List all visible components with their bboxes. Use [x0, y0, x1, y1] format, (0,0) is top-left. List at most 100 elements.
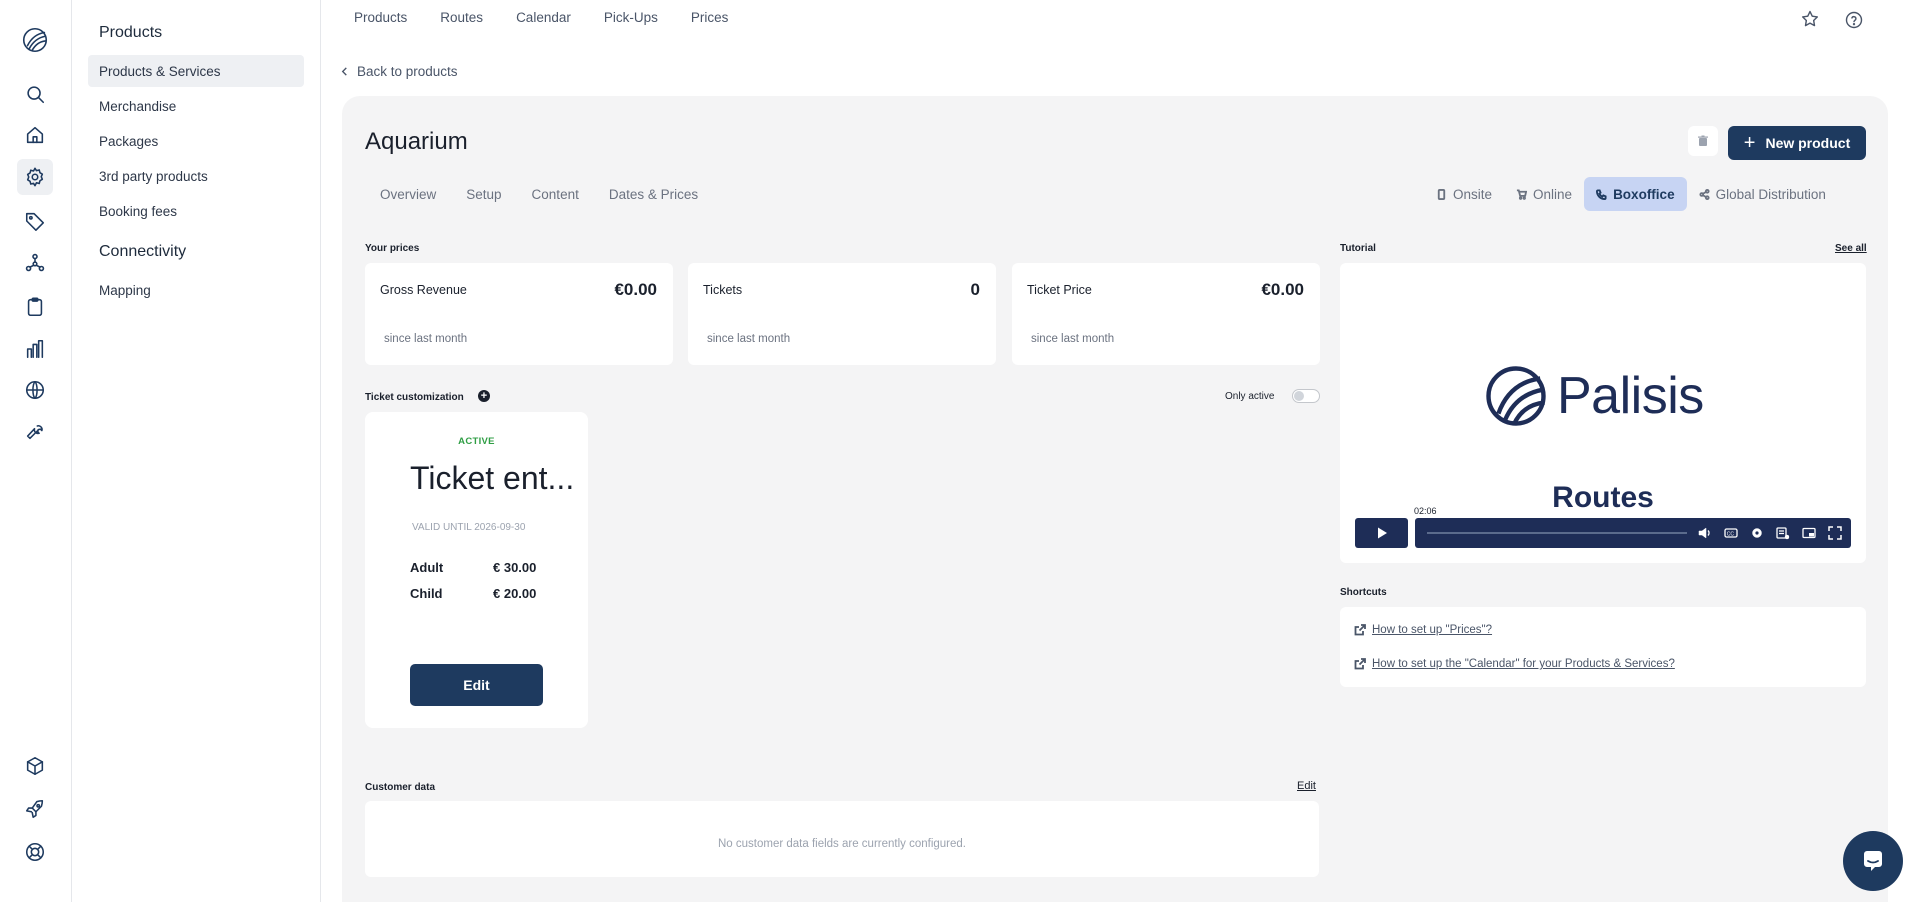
- shortcut-link-label: How to set up the "Calendar" for your Pr…: [1372, 658, 1675, 670]
- subnav-item-booking-fees[interactable]: Booking fees: [88, 195, 304, 227]
- subnav-item-packages[interactable]: Packages: [88, 125, 304, 157]
- tutorial-label: Tutorial: [1340, 243, 1376, 254]
- ticket-valid-until: VALID UNTIL 2026-09-30: [412, 522, 526, 533]
- wrench-icon[interactable]: [22, 418, 48, 444]
- channel-global-distribution[interactable]: Global Distribution: [1687, 177, 1838, 211]
- topnav-products[interactable]: Products: [354, 10, 407, 25]
- chat-button[interactable]: [1843, 831, 1903, 891]
- add-ticket-icon[interactable]: +: [478, 390, 490, 402]
- channel-online[interactable]: Online: [1504, 177, 1584, 211]
- network-icon[interactable]: [22, 250, 48, 276]
- star-icon[interactable]: [1800, 9, 1822, 31]
- captions-icon[interactable]: CC: [1723, 525, 1739, 541]
- lifebuoy-icon[interactable]: [22, 839, 48, 865]
- tutorial-video[interactable]: Palisis Routes CC 02:06: [1340, 263, 1866, 563]
- stat-value: €0.00: [1261, 280, 1304, 299]
- customer-data-box: No customer data fields are currently co…: [365, 801, 1319, 877]
- tab-dates-prices[interactable]: Dates & Prices: [609, 187, 698, 202]
- back-label: Back to products: [357, 64, 458, 79]
- tab-content[interactable]: Content: [532, 187, 579, 202]
- channel-global-distribution-label: Global Distribution: [1715, 186, 1826, 202]
- logo-icon[interactable]: [19, 24, 51, 56]
- external-link-icon: [1354, 624, 1366, 636]
- price-amount: € 30.00: [493, 560, 537, 575]
- see-all-link[interactable]: See all: [1835, 243, 1867, 254]
- cube-icon[interactable]: [22, 753, 48, 779]
- price-amount: € 20.00: [493, 586, 537, 601]
- customer-data-edit-link[interactable]: Edit: [1297, 780, 1316, 792]
- globe-icon[interactable]: [22, 377, 48, 403]
- shortcuts-label: Shortcuts: [1340, 587, 1387, 598]
- pip-icon[interactable]: [1801, 525, 1817, 541]
- share-icon: [1699, 188, 1710, 200]
- new-product-button[interactable]: + New product: [1728, 126, 1866, 160]
- subnav-item-mapping[interactable]: Mapping: [88, 274, 304, 306]
- stat-name: Gross Revenue: [380, 283, 467, 297]
- stat-name: Tickets: [703, 283, 743, 297]
- your-prices-label: Your prices: [365, 243, 420, 254]
- chat-icon: [1864, 851, 1882, 871]
- subnav-item-merchandise[interactable]: Merchandise: [88, 90, 304, 122]
- bar-chart-icon[interactable]: [22, 336, 48, 362]
- customer-data-label: Customer data: [365, 782, 436, 793]
- topnav-routes[interactable]: Routes: [440, 10, 483, 25]
- shortcut-link[interactable]: How to set up "Prices"?: [1354, 624, 1492, 636]
- topnav-prices[interactable]: Prices: [691, 10, 729, 25]
- tab-overview[interactable]: Overview: [380, 187, 436, 202]
- svg-text:CC: CC: [1727, 531, 1735, 537]
- play-button[interactable]: [1355, 518, 1408, 548]
- ticket-status-badge: ACTIVE: [458, 436, 495, 447]
- help-icon[interactable]: [1844, 10, 1866, 32]
- subnav-item-3rd-party-products[interactable]: 3rd party products: [88, 160, 304, 192]
- home-icon[interactable]: [22, 122, 48, 148]
- fullscreen-icon[interactable]: [1827, 525, 1843, 541]
- delete-button[interactable]: [1688, 126, 1718, 156]
- rocket-icon[interactable]: [22, 796, 48, 822]
- subnav-item-products-services[interactable]: Products & Services: [88, 55, 304, 87]
- transcript-icon[interactable]: [1775, 525, 1791, 541]
- tag-icon[interactable]: [22, 208, 48, 234]
- new-product-label: New product: [1765, 135, 1851, 151]
- product-panel: Aquarium + New product Overview Setup Co…: [342, 96, 1888, 902]
- stat-card-gross-revenue: Gross Revenue €0.00 since last month: [365, 263, 673, 365]
- channel-online-label: Online: [1533, 186, 1573, 202]
- channel-boxoffice[interactable]: Boxoffice: [1584, 177, 1687, 211]
- channel-onsite[interactable]: Onsite: [1424, 177, 1504, 211]
- price-label: Adult: [410, 560, 444, 575]
- icon-rail: [0, 0, 72, 902]
- play-icon: [1377, 527, 1387, 539]
- stat-sub: since last month: [384, 333, 468, 345]
- subnav-section-connectivity: Connectivity: [99, 243, 187, 260]
- customer-data-empty-text: No customer data fields are currently co…: [717, 838, 966, 850]
- volume-icon[interactable]: [1697, 525, 1713, 541]
- products-subnav: Products Products & Services Merchandise…: [73, 0, 321, 902]
- video-progress-bar[interactable]: CC: [1415, 518, 1851, 548]
- top-nav: Products Routes Calendar Pick-Ups Prices: [354, 10, 761, 25]
- plus-icon: +: [1743, 132, 1756, 154]
- ticket-name: Ticket ent...: [410, 460, 575, 496]
- topnav-calendar[interactable]: Calendar: [516, 10, 571, 25]
- stat-sub: since last month: [707, 333, 791, 345]
- topnav-pick-ups[interactable]: Pick-Ups: [604, 10, 658, 25]
- ticket-price-row: Child € 20.00: [410, 586, 536, 601]
- back-to-products-link[interactable]: Back to products: [340, 64, 458, 79]
- video-controls: CC 02:06: [1355, 506, 1851, 548]
- gear-icon[interactable]: [17, 159, 53, 195]
- stat-name: Ticket Price: [1027, 283, 1092, 297]
- ticket-price-row: Adult € 30.00: [410, 560, 536, 575]
- product-tabs: Overview Setup Content Dates & Prices: [380, 187, 728, 202]
- only-active-toggle[interactable]: [1292, 389, 1320, 403]
- cart-icon: [1516, 188, 1528, 200]
- search-icon[interactable]: [22, 81, 48, 107]
- palisis-logo-icon: [1486, 366, 1546, 426]
- only-active-label: Only active: [1225, 391, 1275, 402]
- video-track[interactable]: [1427, 532, 1687, 534]
- clipboard-icon[interactable]: [22, 294, 48, 320]
- ticket-edit-button[interactable]: Edit: [410, 664, 543, 706]
- mobile-icon: [1437, 188, 1446, 200]
- shortcut-link-label: How to set up "Prices"?: [1372, 624, 1493, 636]
- tab-setup[interactable]: Setup: [466, 187, 501, 202]
- shortcut-link[interactable]: How to set up the "Calendar" for your Pr…: [1354, 658, 1675, 670]
- external-link-icon: [1354, 658, 1366, 670]
- settings-icon[interactable]: [1749, 525, 1765, 541]
